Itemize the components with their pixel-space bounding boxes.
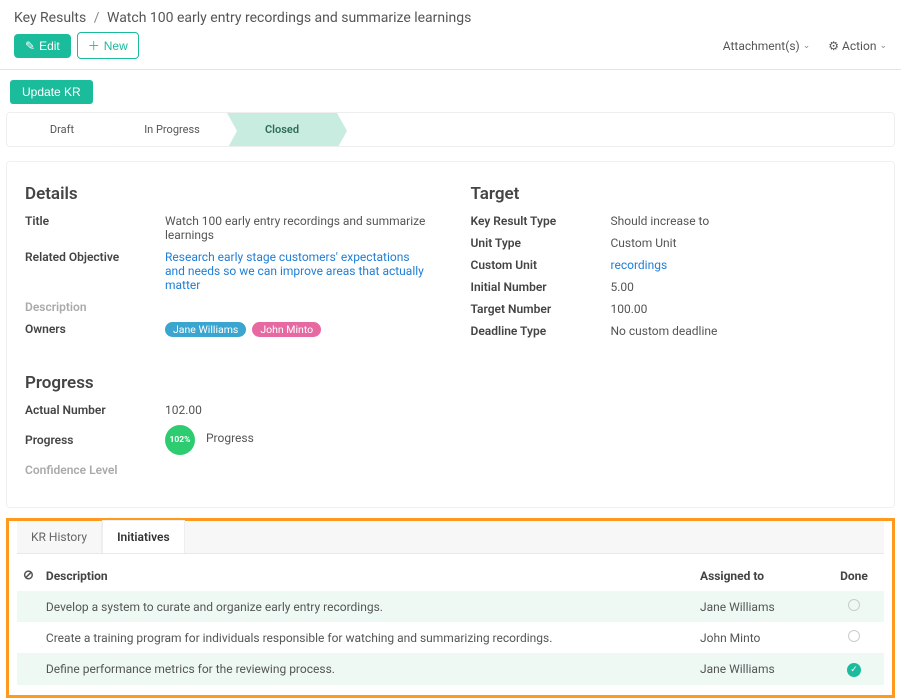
unit-type-label: Unit Type [471,236,611,250]
initiatives-highlight: KR History Initiatives ⊘ Description Ass… [6,518,895,698]
owners-value: Jane Williams John Minto [165,322,324,337]
owners-label: Owners [25,322,165,337]
action-dropdown[interactable]: ⚙ Action ⌄ [828,39,887,53]
table-row[interactable]: Define performance metrics for the revie… [17,653,884,685]
confidence-label: Confidence Level [25,463,165,477]
progress-word: Progress [206,431,254,445]
stage-draft[interactable]: Draft [7,113,117,146]
stage-closed[interactable]: Closed [227,113,337,146]
initiative-desc: Define performance metrics for the revie… [40,653,694,685]
related-objective-label: Related Objective [25,250,165,292]
done-checked-icon[interactable]: ✓ [847,663,861,677]
kr-type-label: Key Result Type [471,214,611,228]
details-section: Details Title Watch 100 early entry reco… [25,184,431,485]
details-heading: Details [25,184,431,204]
col-assigned: Assigned to [694,560,824,591]
update-row: Update KR [0,70,901,112]
custom-unit-value[interactable]: recordings [611,258,668,272]
target-number-label: Target Number [471,302,611,316]
owner-pill[interactable]: Jane Williams [165,322,246,337]
gear-icon: ⚙ [828,39,839,53]
kr-type-value: Should increase to [611,214,710,228]
initiatives-table: ⊘ Description Assigned to Done Develop a… [17,560,884,685]
target-section: Target Key Result Type Should increase t… [471,184,877,485]
description-label: Description [25,300,165,314]
initial-number-label: Initial Number [471,280,611,294]
chevron-down-icon: ⌄ [803,41,811,51]
target-heading: Target [471,184,877,204]
initiative-desc: Create a training program for individual… [40,622,694,653]
edit-label: Edit [39,39,60,53]
breadcrumb-separator: / [94,10,100,26]
col-description: Description [40,560,694,591]
update-kr-button[interactable]: Update KR [10,80,93,104]
new-label: New [104,39,128,53]
actual-number-label: Actual Number [25,403,165,417]
breadcrumb-current: Watch 100 early entry recordings and sum… [107,10,471,26]
plus-icon: ＋ [88,37,100,54]
unit-type-value: Custom Unit [611,236,677,250]
tab-initiatives[interactable]: Initiatives [102,520,185,553]
related-objective-link[interactable]: Research early stage customers' expectat… [165,250,431,292]
initiative-desc: Develop a system to curate and organize … [40,591,694,622]
col-done: Done [824,560,884,591]
action-label: Action [842,39,876,53]
table-row[interactable]: Create a training program for individual… [17,622,884,653]
table-row[interactable]: Develop a system to curate and organize … [17,591,884,622]
title-label: Title [25,214,165,242]
initiative-assigned: Jane Williams [694,591,824,622]
stage-in-progress[interactable]: In Progress [117,113,227,146]
attachments-label: Attachment(s) [723,39,800,53]
tabs: KR History Initiatives [17,521,884,554]
main-card: Details Title Watch 100 early entry reco… [6,161,895,508]
edit-button[interactable]: ✎ Edit [14,34,71,58]
initiative-assigned: John Minto [694,622,824,653]
stage-bar: Draft In Progress Closed [6,112,895,147]
check-header-icon: ⊘ [23,568,34,583]
toolbar: ✎ Edit ＋ New Attachment(s) ⌄ ⚙ Action ⌄ [0,32,901,70]
progress-badge: 102% [165,425,195,455]
breadcrumb: Key Results / Watch 100 early entry reco… [0,0,901,32]
pencil-icon: ✎ [25,39,35,53]
tab-kr-history[interactable]: KR History [17,521,102,553]
breadcrumb-root[interactable]: Key Results [14,10,86,26]
progress-value: 102% Progress [165,425,254,455]
deadline-type-label: Deadline Type [471,324,611,338]
new-button[interactable]: ＋ New [77,32,139,59]
done-unchecked-icon[interactable] [848,630,860,642]
progress-heading: Progress [25,373,431,393]
custom-unit-label: Custom Unit [471,258,611,272]
initial-number-value: 5.00 [611,280,634,294]
target-number-value: 100.00 [611,302,648,316]
owner-pill[interactable]: John Minto [252,322,321,337]
initiative-assigned: Jane Williams [694,653,824,685]
title-value: Watch 100 early entry recordings and sum… [165,214,431,242]
actual-number-value: 102.00 [165,403,202,417]
deadline-type-value: No custom deadline [611,324,718,338]
chevron-down-icon: ⌄ [879,41,887,51]
progress-label: Progress [25,433,165,447]
attachments-dropdown[interactable]: Attachment(s) ⌄ [723,39,810,53]
done-unchecked-icon[interactable] [848,599,860,611]
